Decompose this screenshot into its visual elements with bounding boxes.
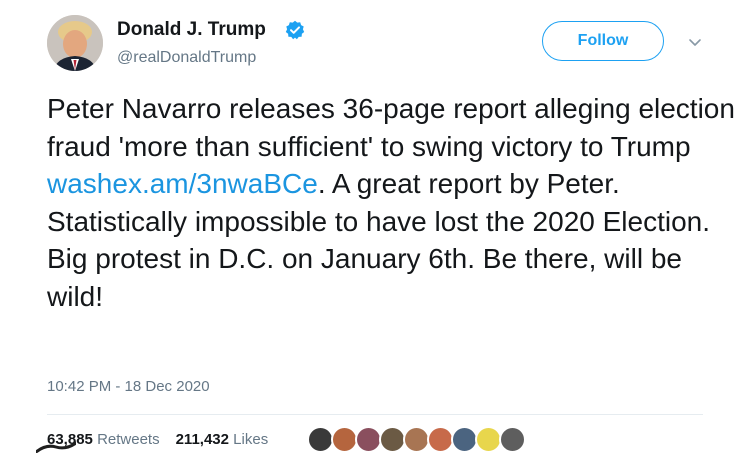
profile-photo-icon[interactable] <box>47 15 103 71</box>
liker-avatar-icon[interactable] <box>355 426 382 453</box>
liker-avatar-icon[interactable] <box>403 426 430 453</box>
divider <box>47 414 703 415</box>
display-name[interactable]: Donald J. Trump <box>117 19 266 41</box>
retweets-label[interactable]: Retweets <box>97 431 160 448</box>
tweet-text-part: Peter Navarro releases 36-page report al… <box>47 93 735 162</box>
liker-avatar-icon[interactable] <box>451 426 478 453</box>
likes-count[interactable]: 211,432 <box>176 431 229 448</box>
tweet-stats: 63,885 Retweets 211,432 Likes <box>47 431 268 448</box>
liker-avatar-icon[interactable] <box>475 426 502 453</box>
user-handle[interactable]: @realDonaldTrump <box>117 49 256 67</box>
tweet-timestamp[interactable]: 10:42 PM - 18 Dec 2020 <box>47 378 210 395</box>
chevron-down-icon[interactable] <box>687 34 703 50</box>
liker-avatar-icon[interactable] <box>499 426 526 453</box>
liker-avatar-icon[interactable] <box>331 426 358 453</box>
liker-avatar-icon[interactable] <box>427 426 454 453</box>
follow-button[interactable]: Follow <box>542 21 664 61</box>
liker-avatar-icon[interactable] <box>379 426 406 453</box>
scribble-mark <box>34 440 78 454</box>
likes-label[interactable]: Likes <box>233 431 268 448</box>
liker-avatar-icon[interactable] <box>307 426 334 453</box>
tweet-link[interactable]: washex.am/3nwaBCe <box>47 168 318 199</box>
verified-badge-icon <box>285 20 305 40</box>
tweet-text: Peter Navarro releases 36-page report al… <box>47 90 737 316</box>
